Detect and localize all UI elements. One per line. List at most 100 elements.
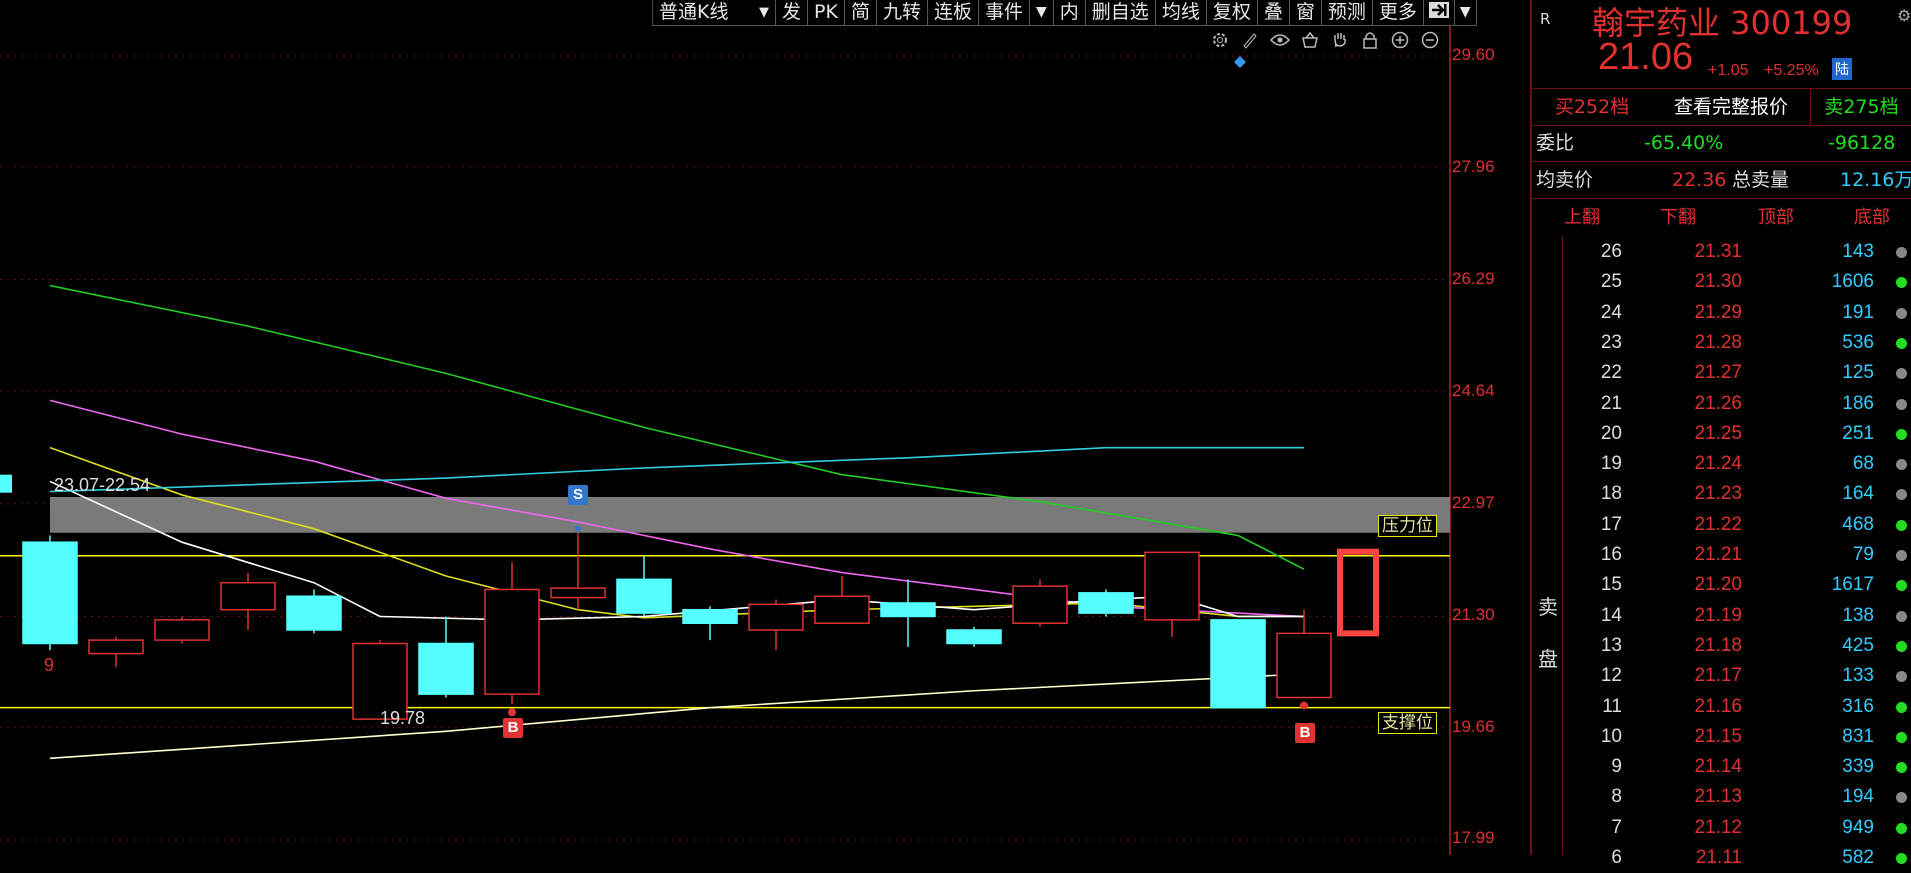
order-book-row[interactable]: 14 21.19 138 [1562,601,1911,631]
count-label: 9 [44,655,55,675]
buy-dot [1300,701,1308,710]
kline-type-select[interactable]: 普通K线 ▼ [653,0,776,26]
book-level: 20 [1600,422,1622,444]
total-sell-value: 12.16万 [1840,169,1911,191]
candle-body [1276,632,1332,699]
order-book-row[interactable]: 20 21.25 251 [1562,419,1911,449]
toolbar-button-adjust[interactable]: 复权 [1206,0,1258,26]
order-book-row[interactable]: 11 21.16 316 [1562,692,1911,722]
pin-right-icon[interactable] [1423,0,1455,26]
zoom-out-icon[interactable] [1420,30,1440,50]
book-price: 21.20 [1694,574,1742,596]
buy-marker[interactable]: B [1295,723,1315,743]
range-label: 23.07-22.54 [54,475,151,495]
order-book-row[interactable]: 24 21.29 191 [1562,298,1911,328]
order-ratio-label: 委比 [1536,132,1575,154]
buy-dot [508,708,516,717]
gear-icon[interactable]: ⚙ [1897,6,1911,25]
page-down-button[interactable]: 下翻 [1660,200,1696,236]
toolbar-button-ma[interactable]: 均线 [1155,0,1207,26]
lock-icon[interactable] [1360,30,1380,50]
candle-body [1078,592,1134,614]
buy-marker[interactable]: B [503,718,523,738]
order-book-row[interactable]: 22 21.27 125 [1562,358,1911,388]
status-dot-icon [1896,822,1907,834]
tab-sell-levels[interactable]: 卖275档 [1810,89,1911,125]
order-book-row[interactable]: 8 21.13 194 [1562,782,1911,812]
order-book-row[interactable]: 16 21.21 79 [1562,540,1911,570]
kline-canvas[interactable] [0,0,1451,855]
toolbar-button-predict[interactable]: 预测 [1321,0,1373,26]
book-volume: 831 [1842,725,1874,747]
sell-marker[interactable]: S [568,485,588,505]
order-book-row[interactable]: 6 21.11 582 [1562,843,1911,873]
order-book-row[interactable]: 21 21.26 186 [1562,389,1911,419]
bottom-button[interactable]: 底部 [1854,200,1890,236]
order-book-row[interactable]: 13 21.18 425 [1562,631,1911,661]
toolbar-button-window[interactable]: 窗 [1289,0,1322,26]
book-level: 21 [1600,392,1622,414]
toolbar-button-overlay[interactable]: 叠 [1257,0,1290,26]
support-label[interactable]: 支撑位 [1378,712,1437,734]
sell-label-char: 盘 [1538,647,1558,671]
order-book-row[interactable]: 17 21.22 468 [1562,510,1911,540]
order-book-row[interactable]: 25 21.30 1606 [1562,267,1911,297]
avg-sell-label: 均卖价 [1536,169,1594,191]
current-bar-highlight [1337,548,1379,637]
toolbar-dropdown-icon[interactable]: ▼ [1030,0,1054,26]
order-book-row[interactable]: 23 21.28 536 [1562,328,1911,358]
book-volume: 1606 [1831,271,1874,293]
order-book-row[interactable]: 19 21.24 68 [1562,449,1911,479]
toolbar-button-inner[interactable]: 内 [1053,0,1086,26]
sell-dot [575,525,581,532]
toolbar-button-events[interactable]: 事件 [978,0,1030,26]
order-book-row[interactable]: 18 21.23 164 [1562,479,1911,509]
book-volume: 186 [1842,392,1874,414]
toolbar-button-remove-watchlist[interactable]: 删自选 [1085,0,1156,26]
tab-full-quote[interactable]: 查看完整报价 [1652,89,1811,125]
candle-body [418,642,474,695]
tab-buy-levels[interactable]: 买252档 [1532,89,1653,125]
settings-icon[interactable] [1210,30,1230,50]
book-volume: 191 [1842,301,1874,323]
candle-body [154,619,210,641]
book-volume: 79 [1852,544,1874,565]
book-level: 16 [1600,544,1622,565]
top-button[interactable]: 顶部 [1758,200,1794,236]
kline-chart[interactable]: 29.60 27.96 26.29 24.64 22.97 21.30 19.6… [0,0,1495,855]
order-book-row[interactable]: 9 21.14 339 [1562,752,1911,782]
book-price: 21.26 [1694,392,1742,414]
book-level: 15 [1600,574,1622,596]
caret-down-icon[interactable]: ▼ [1454,0,1477,26]
order-book-row[interactable]: 7 21.12 949 [1562,813,1911,843]
book-price: 21.23 [1694,483,1742,505]
y-tick: 26.29 [1452,269,1495,288]
book-level: 19 [1600,453,1622,475]
y-tick: 29.60 [1452,45,1495,64]
candle-body [748,603,804,631]
order-book-row[interactable]: 12 21.17 133 [1562,661,1911,691]
toolbar-button-limit-up[interactable]: 连板 [927,0,979,26]
book-volume: 468 [1842,513,1874,535]
order-book-row[interactable]: 15 21.20 1617 [1562,570,1911,600]
y-tick: 27.96 [1452,157,1495,176]
basket-icon[interactable] [1300,30,1320,50]
toolbar-button-pk[interactable]: PK [808,0,845,26]
candle-body [814,595,870,624]
toolbar-button-fa[interactable]: 发 [776,0,809,26]
book-level: 10 [1600,725,1622,747]
order-book-row[interactable]: 26 21.31 143 [1562,237,1911,267]
zoom-in-icon[interactable] [1390,30,1410,50]
toolbar-button-nine-turn[interactable]: 九转 [876,0,928,26]
page-up-button[interactable]: 上翻 [1564,200,1600,236]
eye-icon[interactable] [1270,30,1290,50]
book-price: 21.18 [1694,634,1742,656]
draw-pen-icon[interactable] [1240,30,1260,50]
toolbar-button-simple[interactable]: 简 [844,0,877,26]
order-book-row[interactable]: 10 21.15 831 [1562,722,1911,752]
toolbar-button-more[interactable]: 更多 [1372,0,1424,26]
candle-body [682,608,738,624]
order-book-tabs: 买252档 查看完整报价 卖275档 [1532,88,1911,126]
resistance-label[interactable]: 压力位 [1378,515,1437,537]
hand-icon[interactable] [1330,30,1350,50]
